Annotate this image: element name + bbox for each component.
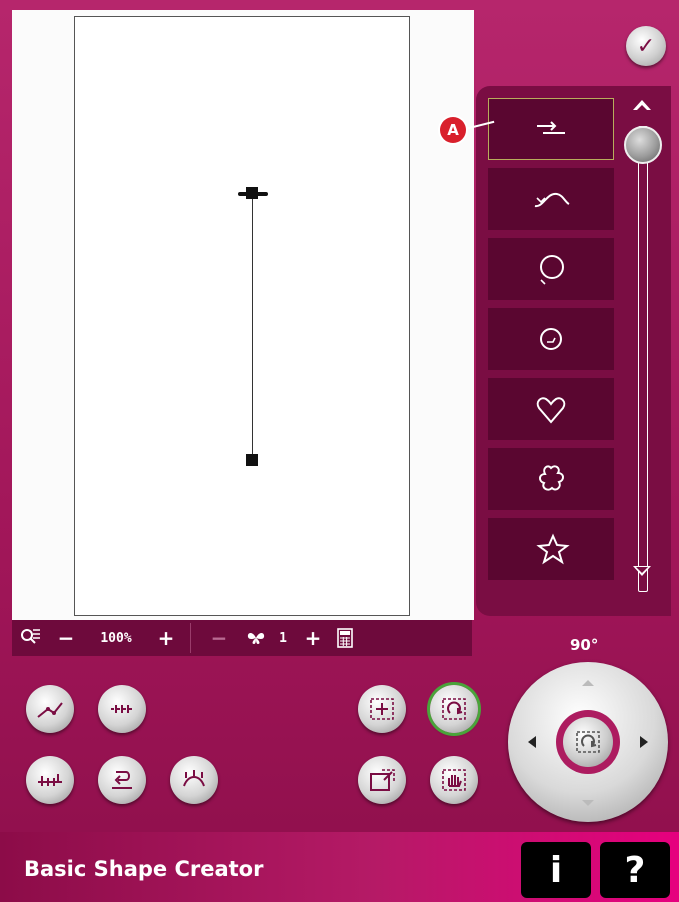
info-icon: i <box>549 849 563 891</box>
rotate-mode-icon <box>576 731 600 753</box>
callout-label: A <box>440 117 466 143</box>
move-icon <box>370 698 394 720</box>
ok-button[interactable]: ✓ <box>626 26 666 66</box>
heart-stitch-icon <box>536 397 566 424</box>
repeat-increase-button[interactable]: + <box>295 626 331 650</box>
scroll-down-icon-inner <box>636 567 648 573</box>
zoom-bar: − 100% + − 1 + <box>12 620 472 656</box>
stitch-item-flower[interactable] <box>488 448 614 510</box>
scrollbar-track[interactable] <box>638 126 648 592</box>
insert-point-button[interactable] <box>26 756 74 804</box>
wheel-center-button[interactable] <box>556 710 620 774</box>
stitch-item-wave[interactable] <box>488 168 614 230</box>
flower-stitch-icon <box>539 465 564 491</box>
repeat-decrease-button[interactable]: − <box>197 626 241 650</box>
curve-node-icon <box>37 702 63 718</box>
insert-point-icon <box>38 774 62 786</box>
rotate-button[interactable] <box>430 685 478 733</box>
help-icon: ? <box>624 849 646 891</box>
spiral-stitch-icon <box>540 328 562 350</box>
zoom-value: 100% <box>100 630 132 646</box>
wave-stitch-icon <box>534 192 570 208</box>
info-button[interactable]: i <box>521 842 591 898</box>
return-icon <box>112 771 132 789</box>
move-button[interactable] <box>358 685 406 733</box>
stitch-points-button[interactable] <box>98 685 146 733</box>
hoop-area <box>74 16 410 616</box>
multi-function-wheel[interactable] <box>508 662 668 822</box>
zoom-out-button[interactable]: − <box>48 626 84 650</box>
wheel-center-inner <box>563 717 613 767</box>
check-icon: ✓ <box>636 33 656 59</box>
hand-icon <box>442 769 466 791</box>
help-button[interactable]: ? <box>600 842 670 898</box>
wheel-down-icon[interactable] <box>582 800 594 806</box>
stitch-list-panel <box>476 86 671 616</box>
calculator-icon[interactable] <box>331 628 359 648</box>
stitch-item-star[interactable] <box>488 518 614 580</box>
wheel-left-icon[interactable] <box>528 736 536 748</box>
circle-stitch-icon <box>540 255 564 285</box>
stitch-item-circle[interactable] <box>488 238 614 300</box>
zoom-in-button[interactable]: + <box>148 626 184 650</box>
scrollbar-thumb[interactable] <box>624 126 662 164</box>
undo-point-button[interactable] <box>98 756 146 804</box>
zoom-options-icon[interactable] <box>12 627 48 649</box>
star-stitch-icon <box>536 533 570 565</box>
stitch-points-icon <box>111 705 133 713</box>
butterfly-icon <box>241 631 271 645</box>
stitch-line[interactable] <box>252 193 253 461</box>
scroll-up-icon-inner <box>636 105 648 111</box>
rotation-angle: 90° <box>570 636 599 654</box>
divider <box>190 623 191 653</box>
rotate-icon <box>442 698 466 720</box>
wheel-right-icon[interactable] <box>640 736 648 748</box>
arc-points-button[interactable] <box>170 756 218 804</box>
wheel-up-icon[interactable] <box>582 680 594 686</box>
straight-stitch-icon <box>537 121 565 134</box>
start-node[interactable] <box>246 187 258 199</box>
stitch-item-heart[interactable] <box>488 378 614 440</box>
embroidery-canvas[interactable] <box>12 10 474 620</box>
node-edit-button[interactable] <box>26 685 74 733</box>
stitch-item-spiral[interactable] <box>488 308 614 370</box>
stitch-item-straight[interactable] <box>488 98 614 160</box>
arc-points-icon <box>183 770 205 787</box>
page-title: Basic Shape Creator <box>24 857 264 881</box>
end-node[interactable] <box>246 454 258 466</box>
scale-icon <box>370 769 395 791</box>
scale-button[interactable] <box>358 756 406 804</box>
repeat-value: 1 <box>279 630 287 646</box>
pan-button[interactable] <box>430 756 478 804</box>
